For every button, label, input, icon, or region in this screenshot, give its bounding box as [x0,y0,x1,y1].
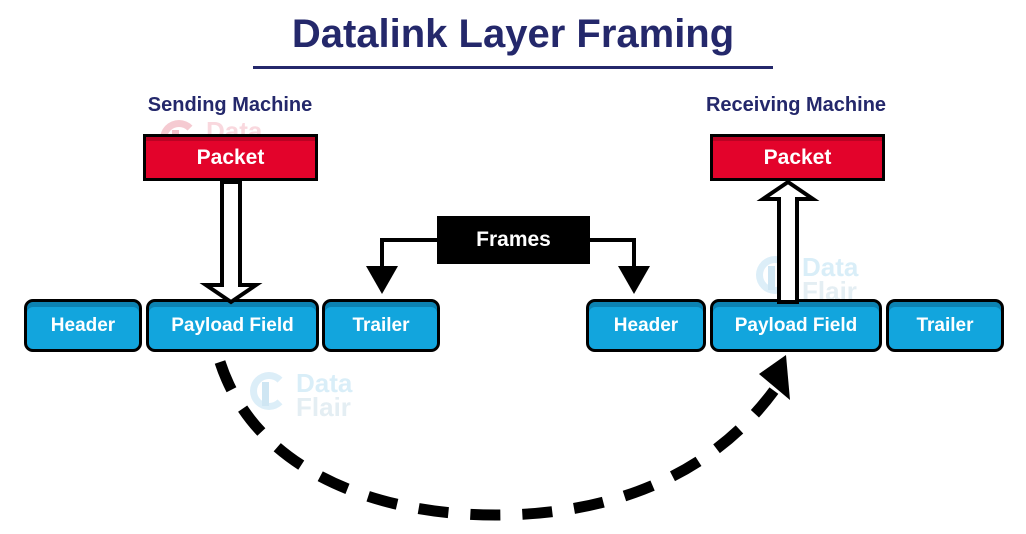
frames-box: Frames [437,216,590,264]
watermark-mark-icon [250,372,288,410]
sending-packet-box: Packet [143,134,318,181]
diagram-canvas: Datalink Layer Framing Data Flair Sendin… [0,0,1026,534]
frames-left-arrowhead [366,266,398,294]
sending-field-header: Header [24,299,142,352]
transmission-dashed-curve [214,360,785,521]
watermark-logo-right: Data Flair [756,252,859,304]
title-underline [253,66,773,69]
sending-field-payload: Payload Field [146,299,319,352]
watermark-logo-bottom: Data Flair [250,368,353,422]
receiving-packet-box: Packet [710,134,885,181]
watermark-line1: Data [296,368,353,398]
arrow-frame-to-packet-up [756,179,820,304]
receiving-field-payload: Payload Field [710,299,882,352]
sending-field-trailer: Trailer [322,299,440,352]
watermark-mark-icon [756,256,794,294]
frames-right-connector [590,238,636,272]
frames-right-arrowhead [618,266,650,294]
sending-machine-label: Sending Machine [147,94,313,116]
connector-overlay [199,179,820,521]
arrow-packet-to-frame-down [199,180,263,305]
frames-left-connector [380,238,437,272]
page-title: Datalink Layer Framing [291,12,735,56]
receiving-field-trailer: Trailer [886,299,1004,352]
receiving-field-header: Header [586,299,706,352]
transmission-arrowhead [759,355,790,400]
watermark-line2: Flair [296,391,351,422]
watermark-line1: Data [802,252,859,282]
receiving-machine-label: Receiving Machine [705,94,887,116]
